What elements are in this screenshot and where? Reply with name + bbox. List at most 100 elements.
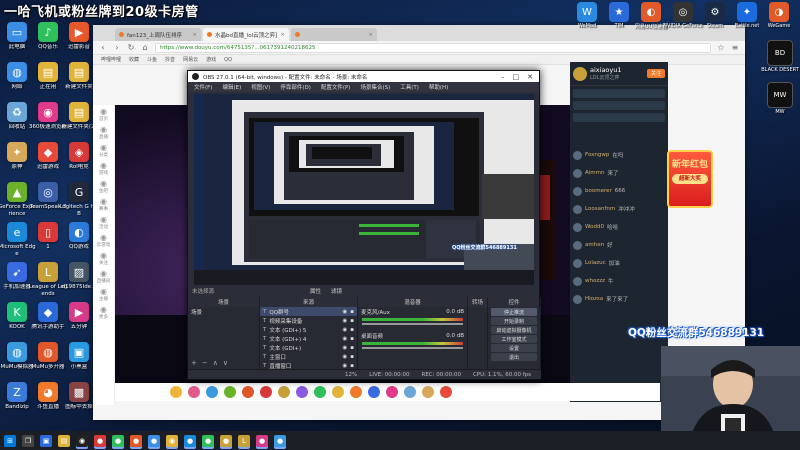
douyu-nav-item[interactable]: ◉ 分类 — [93, 141, 114, 159]
lock-icon[interactable]: ▪ — [350, 336, 354, 342]
app-icon[interactable]: ● — [148, 434, 160, 447]
chat-avatar[interactable] — [573, 294, 582, 304]
source-item[interactable]: T 视频采集设备 ◉ ▪ — [260, 316, 357, 325]
lock-icon[interactable]: ▪ — [350, 354, 354, 360]
source-item[interactable]: T QQ群号 ◉ ▪ — [260, 307, 357, 316]
browser-tab[interactable]: 水晶bd直播_lol云顶之弈直播× — [203, 28, 289, 41]
gift-icon[interactable] — [188, 386, 200, 398]
gift-icon[interactable] — [170, 386, 182, 398]
chat-user[interactable]: amhen — [585, 242, 604, 248]
minimize-icon[interactable]: – — [501, 73, 505, 81]
douyu-nav-item[interactable]: ◉ 活动 — [93, 213, 114, 231]
windows-start-icon[interactable]: ⊞ — [4, 434, 16, 447]
scene-control-icon[interactable]: − — [202, 359, 208, 367]
desktop-icon[interactable]: ◑ WeGame — [764, 2, 794, 29]
gift-icon[interactable] — [332, 386, 344, 398]
obs-menu-item[interactable]: 文件(F) — [194, 83, 212, 91]
lock-icon[interactable]: ▪ — [350, 318, 354, 324]
desktop-icon[interactable]: ⚙ Steam — [700, 2, 730, 29]
chat-avatar[interactable] — [573, 222, 582, 232]
douyu-nav-item[interactable]: ◉ 游戏 — [93, 159, 114, 177]
properties-button[interactable]: 属性 — [310, 287, 321, 295]
douyu-nav-item[interactable]: ◉ 鱼吧 — [93, 177, 114, 195]
chat-user[interactable]: Loosanfnm — [585, 206, 615, 212]
streamer-avatar[interactable] — [573, 66, 587, 81]
app-icon[interactable]: ● — [274, 434, 286, 447]
chrome-icon[interactable]: ◉ — [166, 434, 178, 447]
eye-icon[interactable]: ◉ — [342, 327, 347, 333]
chat-avatar[interactable] — [573, 240, 582, 250]
back-icon[interactable]: ‹ — [99, 43, 107, 52]
scene-control-icon[interactable]: ∨ — [223, 359, 228, 367]
chat-avatar[interactable] — [573, 276, 582, 286]
store-icon[interactable]: ▣ — [40, 434, 52, 447]
chat-user[interactable]: Foxngwp — [585, 152, 609, 158]
desktop-icon[interactable]: ◐ 网易UU加速器 — [635, 2, 667, 30]
chat-avatar[interactable] — [573, 150, 582, 160]
source-item[interactable]: T 文本 (GDI+) 5 ◉ ▪ — [260, 325, 357, 334]
app-icon[interactable]: ● — [112, 434, 124, 447]
app-icon[interactable]: ● — [130, 434, 142, 447]
chat-user[interactable]: Hiozsa — [585, 296, 603, 302]
eye-icon[interactable]: ◉ — [342, 336, 347, 342]
eye-icon[interactable]: ◉ — [342, 309, 347, 315]
menu-icon[interactable]: ≡ — [731, 43, 739, 52]
obs-control-button[interactable]: 启动虚拟摄像机 — [491, 326, 537, 334]
lock-icon[interactable]: ▪ — [350, 345, 354, 351]
app-icon[interactable]: ● — [184, 434, 196, 447]
tab-close-icon[interactable]: × — [192, 32, 197, 38]
desktop-icon[interactable]: BD BLACK DESERT — [761, 40, 799, 73]
taskview-icon[interactable]: ❐ — [22, 434, 34, 447]
newyear-red-packet[interactable]: 新年红包 超新大奖 — [667, 150, 713, 208]
tab-close-icon[interactable]: × — [368, 32, 373, 38]
obs-icon[interactable]: ◉ — [76, 434, 88, 447]
douyu-nav-item[interactable]: ◉ 关注 — [93, 249, 114, 267]
obs-menu-item[interactable]: 停靠部件(D) — [280, 83, 311, 91]
desktop-icon[interactable]: MW MW — [762, 82, 798, 115]
bookmark-item[interactable]: 抖音 — [165, 56, 175, 63]
gift-icon[interactable] — [368, 386, 380, 398]
source-item[interactable]: T 文本 (GDI+) 4 ◉ ▪ — [260, 334, 357, 343]
obs-control-button[interactable]: 开始录制 — [491, 317, 537, 325]
app-icon[interactable]: ● — [94, 434, 106, 447]
gift-icon[interactable] — [224, 386, 236, 398]
lol-icon[interactable]: L — [238, 434, 250, 447]
chat-user[interactable]: whozzz — [585, 278, 605, 284]
obs-menu-item[interactable]: 视图(V) — [251, 83, 270, 91]
gift-icon[interactable] — [296, 386, 308, 398]
chat-user[interactable]: Wodd0 — [585, 224, 604, 230]
gift-icon[interactable] — [350, 386, 362, 398]
source-item[interactable]: T 文本 (GDI+) ◉ ▪ — [260, 343, 357, 352]
close-icon[interactable]: ✕ — [527, 73, 533, 81]
bookmark-item[interactable]: 收藏 — [129, 56, 139, 63]
scene-item[interactable]: 场景 — [188, 307, 259, 316]
follow-button[interactable]: 关注 — [646, 69, 665, 78]
bookmark-item[interactable]: 斗鱼 — [147, 56, 157, 63]
desktop-icon[interactable]: W WeMod — [572, 2, 602, 29]
desktop-icon[interactable]: ◎ NVIDIA GeForce — [663, 2, 703, 29]
volume-slider[interactable] — [362, 347, 463, 349]
url-input[interactable]: https://www.douyu.com/6475135?...0617391… — [155, 42, 711, 53]
chat-user[interactable]: boomerer — [585, 188, 612, 194]
bookmark-item[interactable]: 游戏 — [206, 56, 216, 63]
obs-menu-item[interactable]: 帮助(H) — [429, 83, 448, 91]
bookmark-item[interactable]: 网易云 — [183, 56, 198, 63]
scene-control-icon[interactable]: ∧ — [213, 359, 218, 367]
eye-icon[interactable]: ◉ — [342, 354, 347, 360]
gift-icon[interactable] — [206, 386, 218, 398]
gift-icon[interactable] — [440, 386, 452, 398]
obs-menu-item[interactable]: 编辑(E) — [222, 83, 241, 91]
eye-icon[interactable]: ◉ — [342, 318, 347, 324]
browser-tab[interactable]: fan123_上周队伍排序 × — [115, 28, 201, 41]
gift-icon[interactable] — [242, 386, 254, 398]
chat-avatar[interactable] — [573, 186, 582, 196]
chat-avatar[interactable] — [573, 204, 582, 214]
obs-control-button[interactable]: 设置 — [491, 344, 537, 352]
douyu-nav-item[interactable]: ◉ 直播间 — [93, 267, 114, 285]
maximize-icon[interactable]: □ — [513, 73, 520, 81]
obs-menu-item[interactable]: 场景集合(S) — [360, 83, 390, 91]
source-item[interactable]: T 主窗口 ◉ ▪ — [260, 352, 357, 361]
obs-menu-item[interactable]: 配置文件(P) — [321, 83, 351, 91]
lock-icon[interactable]: ▪ — [350, 309, 354, 315]
app-icon[interactable]: ● — [220, 434, 232, 447]
